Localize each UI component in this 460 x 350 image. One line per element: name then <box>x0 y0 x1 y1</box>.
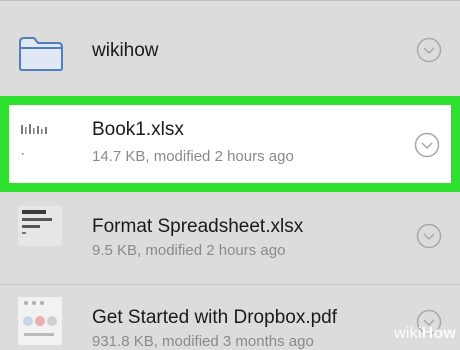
file-list-item-book1[interactable]: Book1.xlsx 14.7 KB, modified 2 hours ago <box>9 105 451 183</box>
file-meta: 931.8 KB, modified 3 months ago <box>92 333 314 350</box>
pdf-thumbnail-icon <box>18 297 62 345</box>
selection-highlight: Book1.xlsx 14.7 KB, modified 2 hours ago <box>0 96 460 192</box>
chevron-down-icon[interactable] <box>414 132 440 158</box>
file-name: Format Spreadsheet.xlsx <box>92 216 304 237</box>
file-list-item-format-spreadsheet[interactable]: Format Spreadsheet.xlsx 9.5 KB, modified… <box>0 192 460 284</box>
file-name: Book1.xlsx <box>92 119 184 140</box>
file-name: wikihow <box>92 40 159 61</box>
chevron-down-icon[interactable] <box>416 37 442 63</box>
chevron-down-icon[interactable] <box>416 223 442 249</box>
top-divider <box>0 0 460 1</box>
wikihow-watermark: wikiHow <box>394 325 456 342</box>
folder-icon <box>19 37 63 71</box>
file-list-item-wikihow[interactable]: wikihow <box>0 6 460 96</box>
spreadsheet-thumbnail-icon <box>18 206 62 246</box>
file-meta: 9.5 KB, modified 2 hours ago <box>92 242 286 259</box>
spreadsheet-thumbnail-icon <box>21 124 47 155</box>
file-list-item-get-started-pdf[interactable]: Get Started with Dropbox.pdf 931.8 KB, m… <box>0 285 460 350</box>
file-name: Get Started with Dropbox.pdf <box>92 307 338 328</box>
file-meta: 14.7 KB, modified 2 hours ago <box>92 148 294 165</box>
